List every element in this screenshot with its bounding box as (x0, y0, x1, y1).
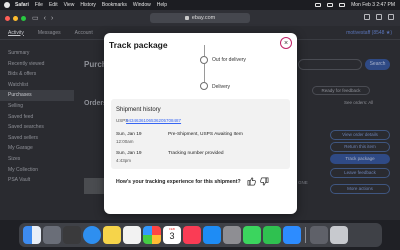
sidebar-item-bids-offers[interactable]: Bids & offers (8, 69, 78, 80)
minimize-window-button[interactable] (13, 15, 18, 21)
launchpad-icon[interactable] (43, 226, 61, 244)
forward-icon[interactable]: › (51, 15, 53, 22)
step-label-out-for-delivery: Out for delivery (212, 57, 246, 63)
downloads-icon[interactable] (310, 226, 328, 244)
messages-icon[interactable] (243, 226, 261, 244)
leave-feedback-button[interactable]: Leave feedback (330, 168, 390, 178)
event-date: Sun, Jan 19 (116, 151, 142, 156)
tab-overview-icon[interactable] (388, 14, 394, 20)
sidebar-toggle-icon[interactable]: ▭ (32, 14, 39, 22)
sidebar-item-my-garage[interactable]: My Garage (8, 143, 78, 154)
timeline-connector (204, 64, 205, 82)
notes-icon[interactable] (103, 226, 121, 244)
zoom-window-button[interactable] (21, 15, 26, 21)
sidebar-item-selling[interactable]: Selling (8, 101, 78, 112)
safari-icon[interactable] (83, 226, 101, 244)
tab-messages[interactable]: Messages (38, 30, 61, 36)
track-package-button[interactable]: Track package (330, 154, 390, 164)
finder-icon[interactable] (23, 226, 41, 244)
menu-safari[interactable]: Safari (15, 2, 29, 8)
menu-bookmarks[interactable]: Bookmarks (102, 2, 127, 8)
return-item-button[interactable]: Return this item (330, 142, 390, 152)
event-time: 12:00am (116, 139, 134, 144)
thumbs-down-icon[interactable] (259, 177, 269, 187)
menu-window[interactable]: Window (133, 2, 151, 8)
event-description: Tracking number provided (168, 151, 224, 156)
event-time: 4:43pm (116, 158, 132, 163)
user-link[interactable]: motivestaff (8548 ★) (346, 30, 392, 36)
sidebar-item-psa-vault[interactable]: PSA Vault (8, 175, 78, 186)
event-description: Pre-Shipment, USPS Awaiting Item (168, 132, 243, 137)
tracking-number-link[interactable]: 9434636106536205708487 (126, 118, 181, 123)
close-dialog-button[interactable]: × (280, 37, 292, 49)
step-indicator (200, 82, 208, 90)
sidebar-item-recently-viewed[interactable]: Recently viewed (8, 59, 78, 70)
control-center-icon[interactable] (339, 3, 346, 7)
thumbs-up-icon[interactable] (246, 177, 256, 187)
dock: FEB 3 (19, 223, 382, 247)
back-icon[interactable]: ‹ (44, 15, 46, 22)
dialog-title: Track package (109, 40, 168, 50)
calendar-icon[interactable]: FEB 3 (163, 226, 181, 244)
zoom-icon[interactable] (283, 226, 301, 244)
dock-separator (305, 227, 306, 243)
sidebar-item-saved-sellers[interactable]: Saved sellers (8, 133, 78, 144)
clock[interactable]: Mon Feb 3 2:47 PM (351, 2, 395, 8)
timeline-connector (204, 45, 205, 56)
sidebar-item-sizes[interactable]: Sizes (8, 154, 78, 165)
menu-bar: Safari File Edit View History Bookmarks … (0, 0, 400, 10)
window-controls (5, 15, 26, 21)
address-bar[interactable]: ebay.com (150, 13, 250, 23)
feedback-prompt: How's your tracking experience for this … (116, 179, 241, 185)
event-date: Sun, Jan 19 (116, 132, 142, 137)
calculator-icon[interactable] (63, 226, 81, 244)
system-settings-icon[interactable] (223, 226, 241, 244)
apple-icon[interactable] (4, 2, 10, 8)
track-package-dialog: Track package × Out for delivery Deliver… (104, 33, 297, 214)
tab-activity[interactable]: Activity (8, 30, 24, 36)
share-icon[interactable] (364, 14, 370, 20)
photos-icon[interactable] (143, 226, 161, 244)
orders-filter-select[interactable]: See orders: All (344, 100, 373, 105)
menu-edit[interactable]: Edit (49, 2, 58, 8)
close-icon: × (283, 39, 289, 47)
menu-file[interactable]: File (35, 2, 43, 8)
sidebar: Summary Recently viewed Bids & offers Wa… (0, 48, 78, 186)
step-indicator (200, 56, 208, 64)
calendar-day: 3 (169, 231, 175, 241)
item-thumbnail[interactable] (84, 178, 104, 194)
reminders-icon[interactable] (123, 226, 141, 244)
app-store-icon[interactable] (203, 226, 221, 244)
battery-icon[interactable] (315, 3, 322, 7)
browser-toolbar: ▭ ‹ › ebay.com (0, 10, 400, 26)
item-text-snippet: GNE (298, 180, 308, 185)
music-icon[interactable] (183, 226, 201, 244)
sidebar-item-my-collection[interactable]: My Collection (8, 165, 78, 176)
new-tab-icon[interactable] (376, 14, 382, 20)
menu-history[interactable]: History (80, 2, 96, 8)
wifi-icon[interactable] (327, 3, 334, 7)
lock-icon (184, 16, 189, 20)
close-window-button[interactable] (5, 15, 10, 21)
facetime-icon[interactable] (263, 226, 281, 244)
sidebar-item-saved-feed[interactable]: Saved feed (8, 112, 78, 123)
menu-help[interactable]: Help (157, 2, 167, 8)
filter-ready-for-feedback[interactable]: Ready for feedback (312, 86, 370, 95)
view-order-details-button[interactable]: View order details (330, 130, 390, 140)
sidebar-item-purchases[interactable]: Purchases (0, 90, 74, 101)
tab-account[interactable]: Account (75, 30, 93, 36)
trash-icon[interactable] (330, 226, 348, 244)
sidebar-item-saved-searches[interactable]: Saved searches (8, 122, 78, 133)
sidebar-item-watchlist[interactable]: Watchlist (8, 80, 78, 91)
shipment-history-title: Shipment history (116, 107, 161, 113)
search-button[interactable]: Search (365, 59, 390, 70)
step-label-delivery: Delivery (212, 84, 231, 90)
search-input[interactable] (298, 59, 362, 70)
sidebar-item-summary[interactable]: Summary (8, 48, 78, 59)
menu-view[interactable]: View (64, 2, 75, 8)
more-actions-button[interactable]: More actions (330, 184, 390, 194)
url-text: ebay.com (191, 15, 216, 21)
shipment-history-panel: Shipment history USPS 943463610653620570… (111, 99, 290, 169)
